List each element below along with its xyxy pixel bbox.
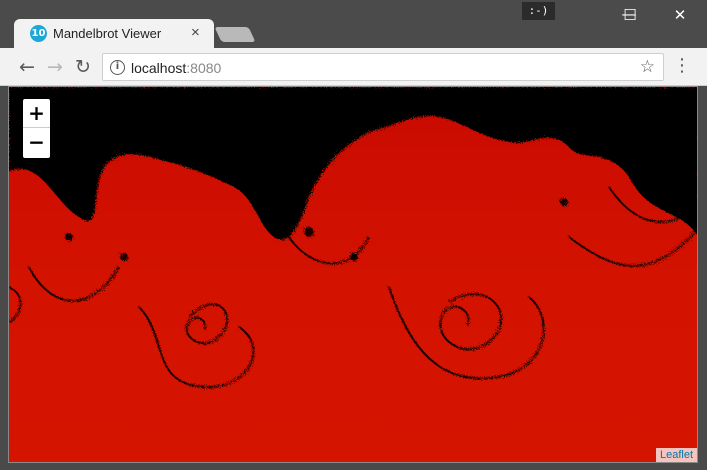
- back-icon[interactable]: ←: [14, 54, 40, 80]
- url-text: localhost:8080: [131, 60, 221, 76]
- attribution: Leaflet: [655, 448, 697, 462]
- url-host: localhost: [131, 60, 187, 76]
- url-port: :8080: [186, 60, 222, 76]
- tab-title: Mandelbrot Viewer: [53, 26, 162, 41]
- new-tab-button[interactable]: [214, 27, 256, 42]
- browser-window: 10 Mandelbrot Viewer × :-) — ☐ ✕ ← → ↻ i…: [0, 0, 707, 470]
- favicon-icon: 10: [30, 25, 47, 42]
- menu-icon[interactable]: ⋮: [672, 54, 692, 80]
- leaflet-link[interactable]: Leaflet: [660, 449, 693, 461]
- address-bar[interactable]: i localhost:8080 ☆: [102, 53, 664, 81]
- close-window-button[interactable]: ✕: [660, 0, 700, 30]
- tab-close-icon[interactable]: ×: [191, 24, 200, 41]
- zoom-in-button[interactable]: +: [23, 99, 50, 128]
- zoom-out-button[interactable]: −: [23, 128, 50, 157]
- info-icon[interactable]: i: [110, 60, 125, 75]
- tab-mandelbrot[interactable]: 10 Mandelbrot Viewer ×: [14, 19, 214, 48]
- zoom-control: + −: [21, 97, 52, 160]
- profile-badge[interactable]: :-): [522, 2, 555, 20]
- reload-icon[interactable]: ↻: [70, 54, 96, 80]
- tab-strip: 10 Mandelbrot Viewer × :-) — ☐ ✕: [0, 0, 707, 48]
- mandelbrot-image: [9, 87, 697, 389]
- forward-icon[interactable]: →: [42, 54, 68, 80]
- browser-toolbar: ← → ↻ i localhost:8080 ☆ ⋮: [0, 48, 707, 86]
- map-viewport[interactable]: + − Leaflet: [8, 86, 698, 463]
- maximize-button[interactable]: ☐: [610, 0, 650, 30]
- bookmark-star-icon[interactable]: ☆: [640, 57, 655, 77]
